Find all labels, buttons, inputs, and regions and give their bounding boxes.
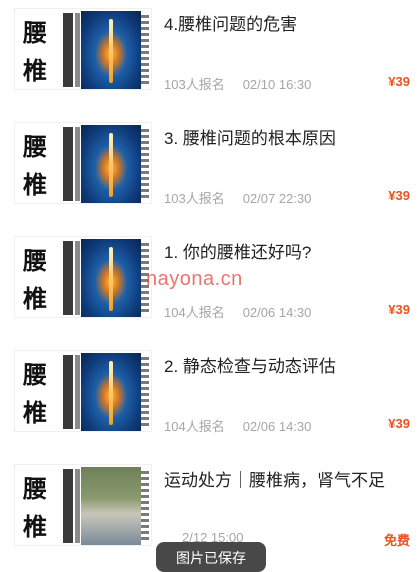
course-price: ¥39: [388, 416, 410, 431]
thumbnail-strip: [75, 13, 80, 87]
course-title[interactable]: 运动处方｜腰椎病，肾气不足: [164, 470, 408, 492]
course-title[interactable]: 2. 静态检查与动态评估: [164, 356, 408, 378]
thumbnail-char: 椎: [23, 398, 47, 427]
course-meta: 103人报名 02/07 22:30: [164, 188, 311, 207]
thumbnail-strip: [63, 127, 73, 201]
course-datetime: 02/07 22:30: [242, 191, 312, 206]
thumbnail-vertical-text: [141, 357, 149, 427]
enrolled-count: 103人报名: [164, 191, 225, 206]
course-datetime: 02/06 14:30: [242, 419, 312, 434]
thumbnail-strip: [75, 355, 80, 429]
thumbnail-strip: [75, 241, 80, 315]
course-price: ¥39: [388, 302, 410, 317]
course-thumbnail: 腰 椎: [14, 8, 152, 90]
thumbnail-strip: [63, 355, 73, 429]
saved-toast: 图片已保存: [156, 542, 266, 572]
thumbnail-char: 腰: [23, 474, 47, 503]
course-title[interactable]: 4.腰椎问题的危害: [164, 14, 408, 36]
thumbnail-char: 椎: [23, 512, 47, 541]
thumbnail-char: 腰: [23, 360, 47, 389]
instructor-photo: [81, 467, 141, 545]
spine-highlight: [109, 19, 113, 83]
course-item[interactable]: 腰 椎 2. 静态检查与动态评估 104人报名 02/06 14:30 ¥39: [0, 342, 420, 456]
course-item[interactable]: 腰 椎 3. 腰椎问题的根本原因 103人报名 02/07 22:30 ¥39: [0, 114, 420, 228]
course-thumbnail: 腰 椎: [14, 350, 152, 432]
course-meta: 103人报名 02/10 16:30: [164, 74, 311, 93]
thumbnail-char: 椎: [23, 56, 47, 85]
course-datetime: 02/10 16:30: [242, 77, 312, 92]
spine-highlight: [109, 361, 113, 425]
thumbnail-vertical-text: [141, 471, 149, 541]
course-meta: 104人报名 02/06 14:30: [164, 302, 311, 321]
thumbnail-strip: [63, 241, 73, 315]
thumbnail-char: 椎: [23, 170, 47, 199]
spine-highlight: [109, 247, 113, 311]
thumbnail-char: 椎: [23, 284, 47, 313]
course-price: ¥39: [388, 74, 410, 89]
course-thumbnail: 腰 椎: [14, 122, 152, 204]
toast-message: 图片已保存: [176, 550, 246, 566]
course-thumbnail: 腰 椎: [14, 464, 152, 546]
thumbnail-strip: [63, 469, 73, 543]
course-price: 免费: [383, 533, 410, 548]
course-title[interactable]: 3. 腰椎问题的根本原因: [164, 128, 408, 150]
thumbnail-strip: [75, 127, 80, 201]
course-thumbnail: 腰 椎: [14, 236, 152, 318]
thumbnail-char: 腰: [23, 132, 47, 161]
thumbnail-vertical-text: [141, 129, 149, 199]
enrolled-count: 104人报名: [164, 419, 225, 434]
thumbnail-char: 腰: [23, 246, 47, 275]
course-title[interactable]: 1. 你的腰椎还好吗?: [164, 242, 408, 264]
thumbnail-vertical-text: [141, 15, 149, 85]
spine-highlight: [109, 133, 113, 197]
thumbnail-strip: [75, 469, 80, 543]
enrolled-count: 104人报名: [164, 305, 225, 320]
course-datetime: 02/06 14:30: [242, 305, 312, 320]
course-meta: 104人报名 02/06 14:30: [164, 416, 311, 435]
thumbnail-strip: [63, 13, 73, 87]
course-item[interactable]: 腰 椎 4.腰椎问题的危害 103人报名 02/10 16:30 ¥39: [0, 0, 420, 114]
thumbnail-char: 腰: [23, 18, 47, 47]
enrolled-count: 103人报名: [164, 77, 225, 92]
course-price: ¥39: [388, 188, 410, 203]
watermark: nayona.cn: [146, 268, 243, 290]
